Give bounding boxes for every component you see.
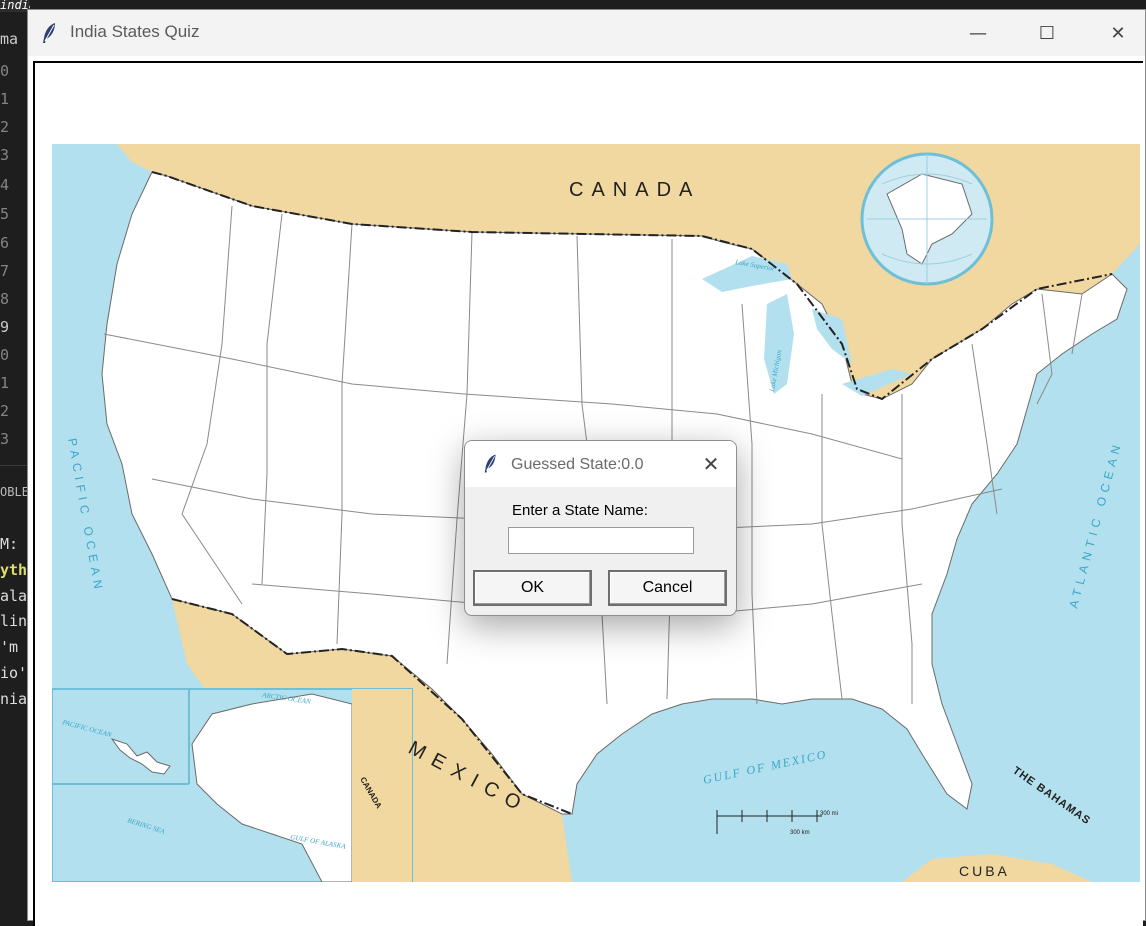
scale-km-label: 300 km [790, 830, 810, 836]
code-line: io' [0, 664, 28, 682]
dialog-title: Guessed State:0.0 [511, 456, 644, 473]
gutter-line: 7 [0, 262, 10, 280]
dialog-titlebar[interactable]: Guessed State:0.0 ✕ [465, 441, 736, 487]
ok-button[interactable]: OK [473, 570, 592, 606]
close-icon: ✕ [1110, 22, 1126, 44]
code-line: ala [0, 587, 28, 605]
canada-label: CANADA [569, 179, 700, 201]
inset-canada-landmass [352, 689, 412, 882]
editor-tab-label: india.py [0, 0, 30, 12]
gutter-line: 1 [0, 90, 10, 108]
close-icon: ✕ [702, 452, 720, 476]
cancel-button[interactable]: Cancel [608, 570, 727, 606]
code-line: 'm [0, 638, 19, 656]
gutter-line: 4 [0, 176, 10, 194]
state-name-input[interactable] [508, 527, 694, 554]
panel-divider [0, 465, 30, 466]
gutter-line: 1 [0, 374, 10, 392]
gutter-line: 3 [0, 146, 10, 164]
panel-label: OBLE [0, 485, 29, 499]
gutter-line: 0 [0, 62, 10, 80]
gutter-line: 3 [0, 430, 10, 448]
dialog-close-button[interactable]: ✕ [699, 452, 723, 476]
gutter-line: 0 [0, 346, 10, 364]
editor-tab[interactable]: india.py ✕ [0, 0, 30, 12]
minimize-button[interactable]: — [943, 10, 1013, 56]
gutter-line: ma [0, 30, 19, 48]
window-title: India States Quiz [70, 22, 200, 41]
gutter-line: 2 [0, 118, 10, 136]
cuba-label: CUBA [959, 863, 1010, 879]
window-titlebar[interactable]: India States Quiz — ☐ ✕ [28, 10, 1145, 56]
code-line: M: [0, 535, 19, 553]
gutter-line: 8 [0, 290, 10, 308]
maximize-icon: ☐ [1038, 22, 1056, 44]
gutter-line: 5 [0, 205, 10, 223]
maximize-button[interactable]: ☐ [1012, 10, 1082, 56]
scale-mi-label: 300 mi [820, 811, 838, 817]
gutter-line: 6 [0, 234, 10, 252]
code-line: yth [0, 561, 28, 579]
feather-icon [43, 23, 55, 43]
feather-icon [484, 454, 496, 473]
guess-dialog: Guessed State:0.0 ✕ Enter a State Name: … [464, 440, 737, 616]
code-line: lin [0, 612, 28, 630]
gutter-line: 9 [0, 318, 10, 336]
gutter-line: 2 [0, 402, 10, 420]
dialog-prompt: Enter a State Name: [512, 502, 648, 519]
close-button[interactable]: ✕ [1083, 10, 1146, 56]
minimize-icon: — [969, 22, 987, 44]
background-editor: india.py ✕ ma 0 1 2 3 4 5 6 7 8 9 0 1 2 … [0, 0, 30, 921]
code-line: nia [0, 690, 28, 708]
